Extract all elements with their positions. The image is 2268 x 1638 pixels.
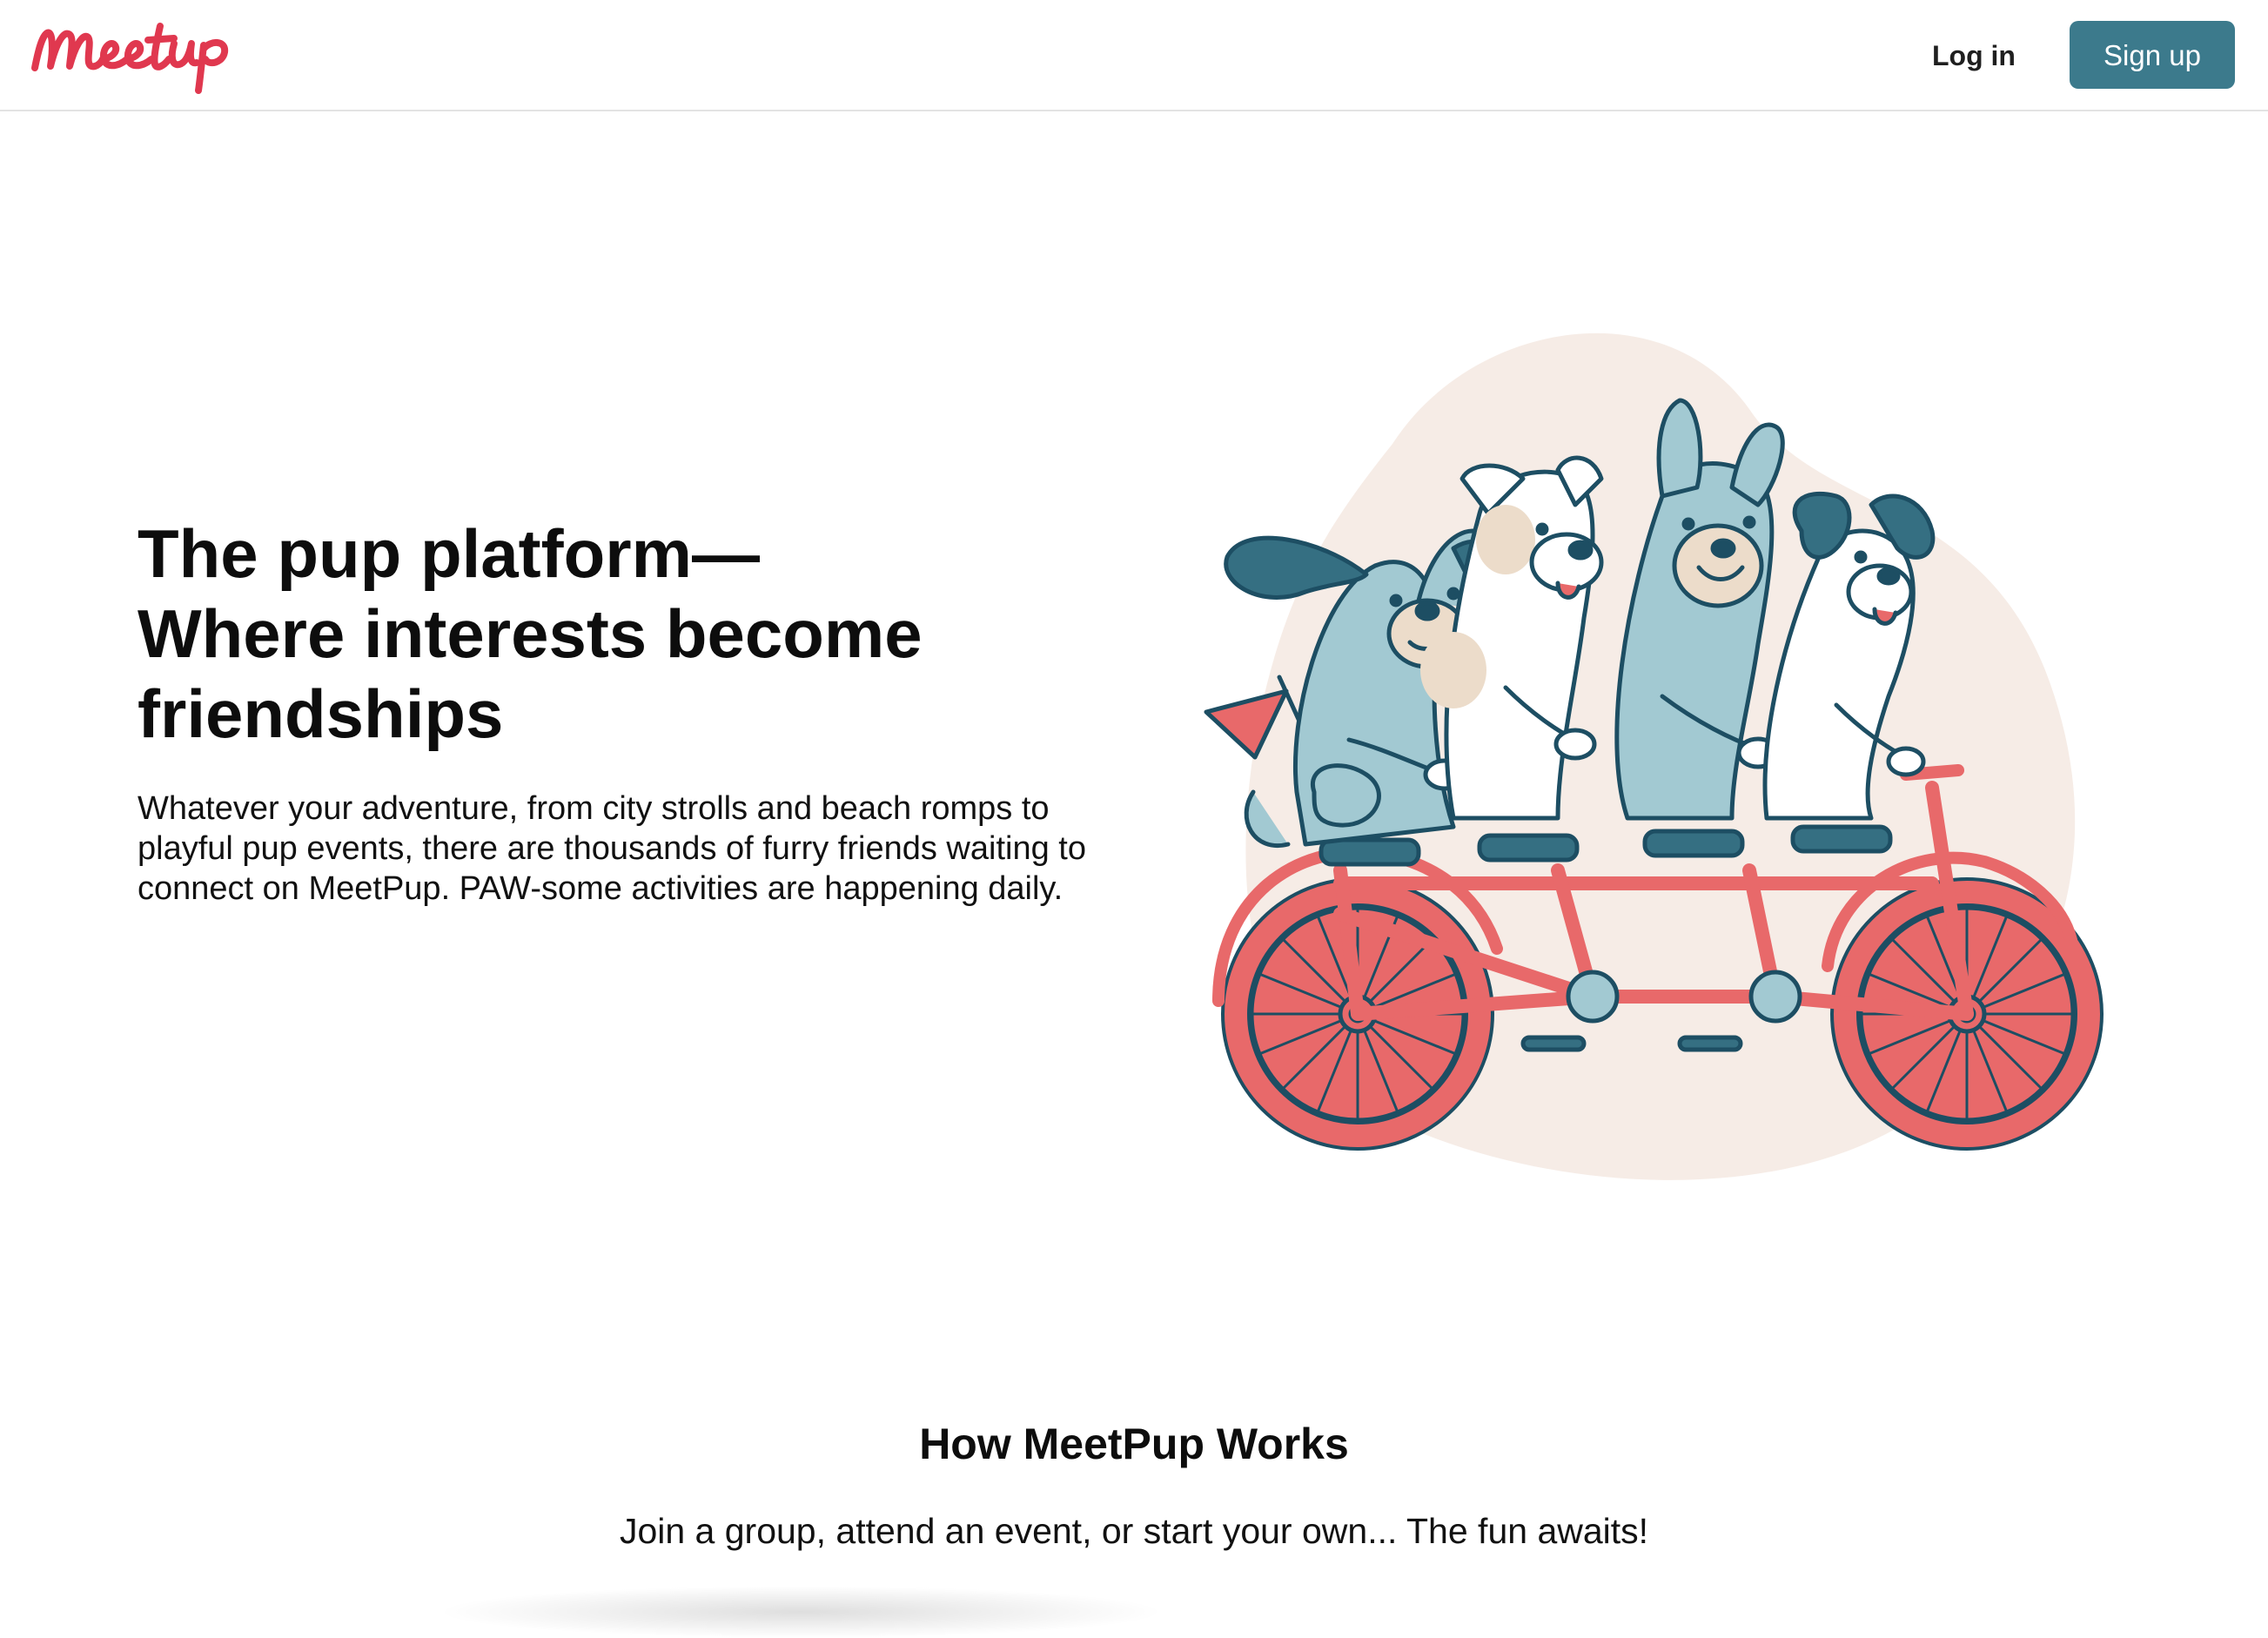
hero-title: The pup platform— Where interests become…	[138, 514, 1095, 754]
dogs-on-tandem-bicycle-illustration	[1204, 332, 2104, 1180]
meetup-logo-icon	[31, 23, 229, 94]
login-link[interactable]: Log in	[1932, 35, 2016, 77]
how-it-works-title: How MeetPup Works	[919, 1420, 1349, 1468]
card-shadow	[435, 1586, 1166, 1638]
hero-description: Whatever your adventure, from city strol…	[138, 790, 1086, 907]
hero-title-line-1: The pup platform—	[138, 515, 760, 592]
signup-button[interactable]: Sign up	[2070, 21, 2235, 89]
hero-title-line-3: friendships	[138, 675, 504, 752]
meetup-logo[interactable]	[30, 10, 238, 97]
hero-title-line-2: Where interests become	[138, 595, 923, 672]
how-it-works-subtitle: Join a group, attend an event, or start …	[619, 1511, 1649, 1551]
top-nav-bar: Log in Sign up	[0, 0, 2268, 111]
